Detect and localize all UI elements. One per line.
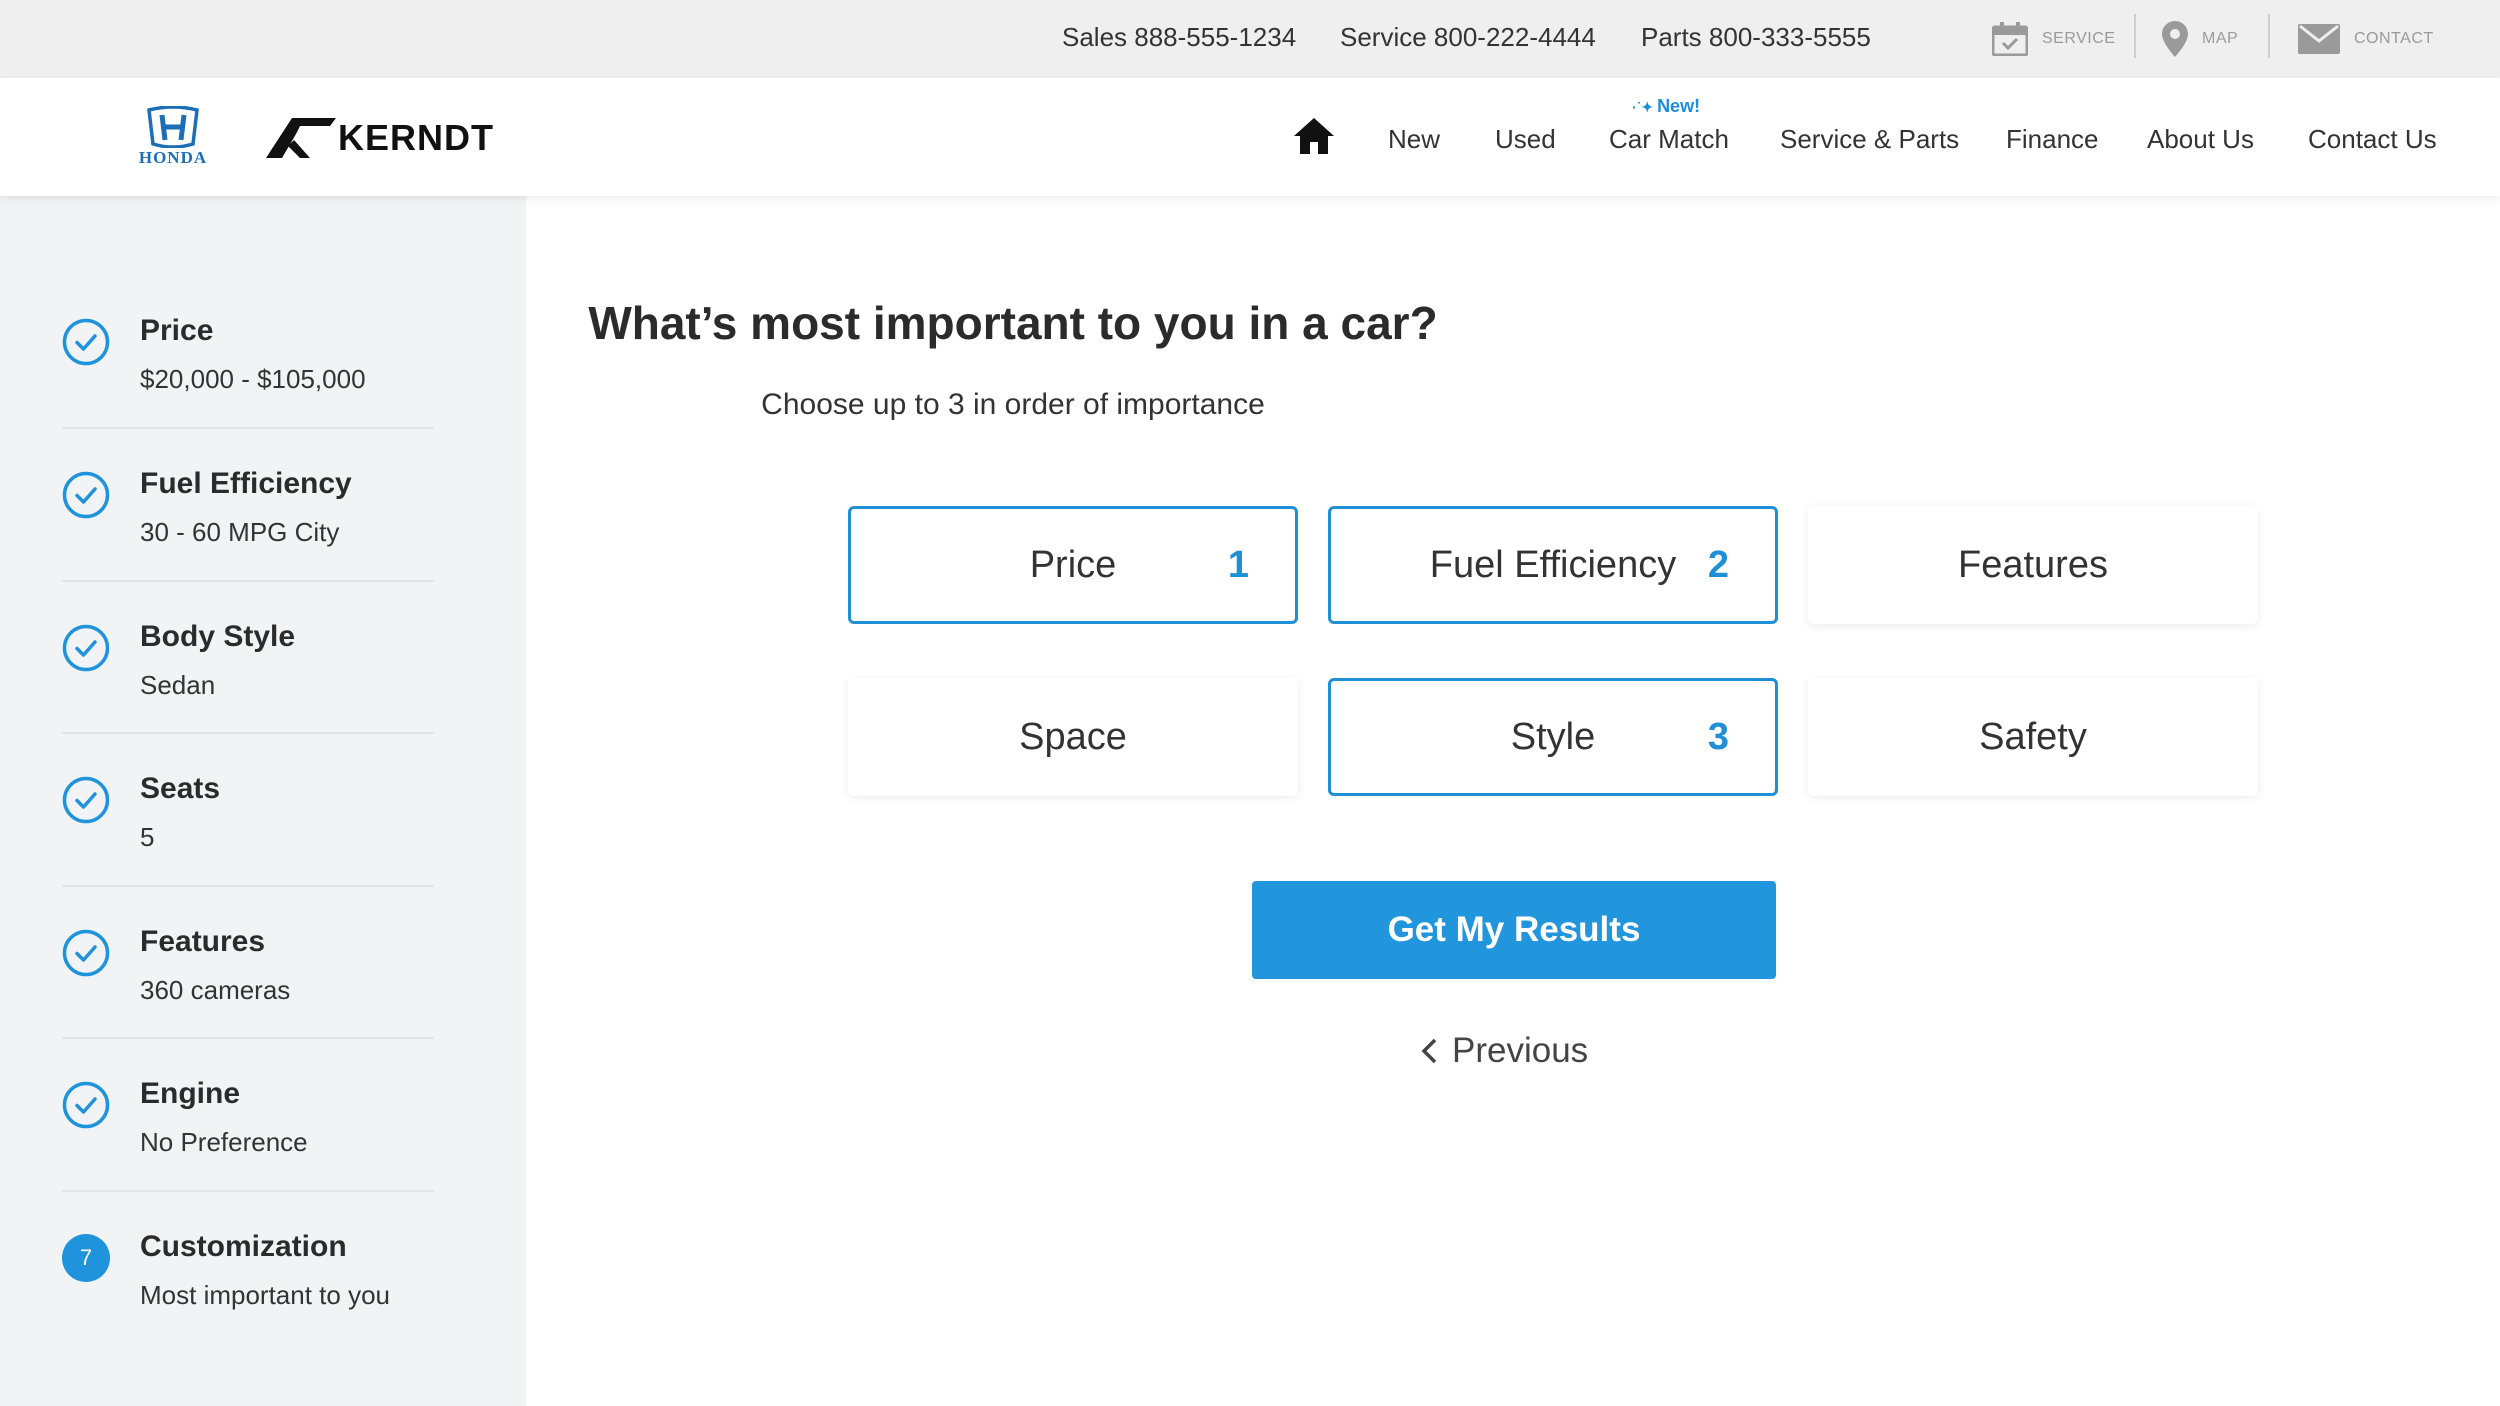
step-value: 360 cameras: [140, 975, 291, 1005]
service-link-label: SERVICE: [2042, 30, 2116, 47]
option-fuel-efficiency[interactable]: Fuel Efficiency 2: [1328, 506, 1778, 624]
option-rank: 2: [1707, 543, 1729, 586]
step-engine[interactable]: Engine No Preference: [62, 1039, 434, 1192]
site-header: HONDA KERNDT New Used ·˙✦ New! Car Match …: [0, 78, 2500, 196]
honda-logo[interactable]: HONDA: [122, 106, 224, 168]
nav-car-match[interactable]: Car Match: [1609, 124, 1729, 155]
kerndt-logo[interactable]: KERNDT: [266, 108, 494, 168]
option-label: Fuel Efficiency: [1429, 543, 1677, 586]
option-label: Style: [1510, 715, 1596, 758]
option-safety[interactable]: Safety: [1808, 678, 2258, 796]
nav-service-parts[interactable]: Service & Parts: [1780, 124, 1959, 155]
divider: [2268, 14, 2270, 58]
home-icon[interactable]: [1294, 118, 1334, 154]
option-space[interactable]: Space: [848, 678, 1298, 796]
utility-bar: Sales 888-555-1234 Service 800-222-4444 …: [0, 0, 2500, 78]
option-price[interactable]: Price 1: [848, 506, 1298, 624]
honda-h-icon: [147, 106, 199, 148]
check-circle-icon: [62, 318, 110, 366]
nav-about-us[interactable]: About Us: [2147, 124, 2254, 155]
option-features[interactable]: Features: [1808, 506, 2258, 624]
option-label: Features: [1958, 543, 2108, 586]
honda-wordmark: HONDA: [138, 148, 208, 167]
envelope-icon: [2298, 24, 2340, 54]
step-body-style[interactable]: Body Style Sedan: [62, 582, 434, 734]
divider: [2134, 14, 2136, 58]
nav-used[interactable]: Used: [1495, 124, 1556, 155]
step-fuel-efficiency[interactable]: Fuel Efficiency 30 - 60 MPG City: [62, 429, 434, 582]
option-label: Space: [1019, 715, 1127, 758]
previous-label: Previous: [1452, 1031, 1589, 1070]
option-rank: 1: [1227, 543, 1249, 586]
step-value: Sedan: [140, 670, 216, 700]
check-circle-icon: [62, 1081, 110, 1129]
option-label: Price: [1029, 543, 1117, 586]
service-phone-link[interactable]: Service 800-222-4444: [1340, 22, 1596, 53]
sparkle-icon: ·˙✦: [1632, 99, 1654, 115]
kerndt-wordmark: KERNDT: [338, 117, 494, 158]
step-seats[interactable]: Seats 5: [62, 734, 434, 887]
progress-sidebar: Price $20,000 - $105,000 Fuel Efficiency…: [0, 196, 526, 1406]
step-title: Engine: [140, 1077, 241, 1110]
step-value: Most important to you: [140, 1280, 390, 1310]
check-circle-icon: [62, 929, 110, 977]
contact-link[interactable]: CONTACT: [2298, 16, 2434, 62]
step-title: Fuel Efficiency: [140, 467, 352, 500]
calendar-icon: [1992, 22, 2028, 56]
previous-button[interactable]: Previous: [1420, 1028, 1588, 1074]
step-number-badge: 7: [62, 1234, 110, 1282]
new-badge-label: New!: [1657, 96, 1701, 116]
contact-link-label: CONTACT: [2354, 30, 2434, 47]
step-customization[interactable]: 7 Customization Most important to you: [62, 1192, 434, 1345]
get-my-results-button[interactable]: Get My Results: [1252, 881, 1776, 979]
service-link[interactable]: SERVICE: [1992, 16, 2115, 62]
map-pin-icon: [2162, 21, 2188, 57]
nav-contact-us[interactable]: Contact Us: [2308, 124, 2437, 155]
question-subtitle: Choose up to 3 in order of importance: [761, 388, 1265, 421]
check-circle-icon: [62, 624, 110, 672]
sales-phone-link[interactable]: Sales 888-555-1234: [1062, 22, 1296, 53]
map-link-label: MAP: [2202, 30, 2239, 47]
question-title: What’s most important to you in a car?: [588, 297, 1438, 349]
option-style[interactable]: Style 3: [1328, 678, 1778, 796]
step-value: 30 - 60 MPG City: [140, 517, 340, 547]
step-title: Seats: [140, 772, 221, 805]
step-title: Customization: [140, 1230, 347, 1263]
step-value: 5: [140, 822, 155, 852]
chevron-left-icon: [1421, 1038, 1437, 1064]
step-value: $20,000 - $105,000: [140, 364, 366, 394]
nav-finance[interactable]: Finance: [2006, 124, 2099, 155]
kerndt-k-icon: [266, 118, 336, 158]
step-price[interactable]: Price $20,000 - $105,000: [62, 276, 434, 429]
map-link[interactable]: MAP: [2162, 16, 2238, 62]
step-value: No Preference: [140, 1127, 308, 1157]
option-rank: 3: [1707, 715, 1729, 758]
parts-phone-link[interactable]: Parts 800-333-5555: [1641, 22, 1871, 53]
step-title: Price: [140, 314, 214, 347]
nav-new[interactable]: New: [1388, 124, 1440, 155]
step-features[interactable]: Features 360 cameras: [62, 887, 434, 1039]
step-title: Body Style: [140, 620, 296, 653]
new-badge: ·˙✦ New!: [1632, 96, 1700, 117]
option-label: Safety: [1979, 715, 2087, 758]
check-circle-icon: [62, 471, 110, 519]
check-circle-icon: [62, 776, 110, 824]
step-title: Features: [140, 925, 266, 958]
